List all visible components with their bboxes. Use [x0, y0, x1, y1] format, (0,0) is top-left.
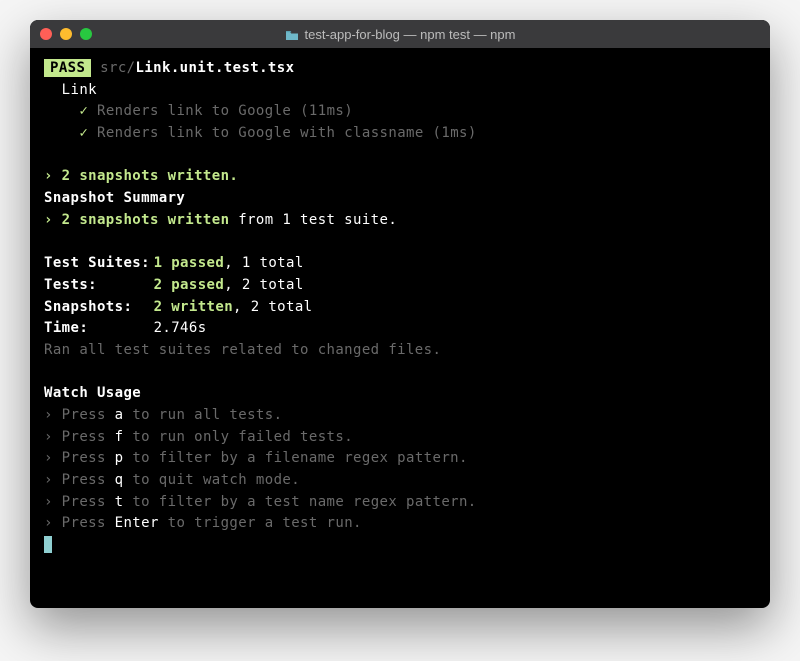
- ran-message: Ran all test suites related to changed f…: [44, 340, 756, 362]
- file-dir: src/: [100, 60, 135, 76]
- watch-desc: to run only failed tests.: [123, 429, 353, 445]
- watch-desc: to quit watch mode.: [123, 472, 300, 488]
- watch-usage-item: › Press q to quit watch mode.: [44, 470, 756, 492]
- test-name: Renders link to Google: [97, 103, 291, 119]
- pass-badge: PASS: [44, 59, 91, 77]
- snapshot-summary-line: › 2 snapshots written from 1 test suite.: [44, 210, 756, 232]
- watch-usage-item: › Press Enter to trigger a test run.: [44, 513, 756, 535]
- time-line: Time:2.746s: [44, 318, 756, 340]
- watch-usage-list: › Press a to run all tests. › Press f to…: [44, 405, 756, 535]
- close-icon[interactable]: [40, 28, 52, 40]
- cursor-icon: [44, 536, 52, 553]
- traffic-lights: [40, 28, 92, 40]
- titlebar[interactable]: test-app-for-blog — npm test — npm: [30, 20, 770, 48]
- minimize-icon[interactable]: [60, 28, 72, 40]
- watch-usage-item: › Press f to run only failed tests.: [44, 427, 756, 449]
- watch-key: Enter: [115, 515, 159, 531]
- test-time: (1ms): [433, 125, 477, 141]
- tests-list: ✓ Renders link to Google (11ms) ✓ Render…: [44, 101, 756, 144]
- test-suites-line: Test Suites:1 passed, 1 total: [44, 253, 756, 275]
- snapshots-line: Snapshots:2 written, 2 total: [44, 297, 756, 319]
- test-result-line: ✓ Renders link to Google with classname …: [44, 123, 756, 145]
- file-name: Link.unit.test.tsx: [136, 60, 295, 76]
- check-icon: ✓: [79, 125, 88, 141]
- watch-usage-item: › Press a to run all tests.: [44, 405, 756, 427]
- test-result-line: ✓ Renders link to Google (11ms): [44, 101, 756, 123]
- window-title: test-app-for-blog — npm test — npm: [30, 27, 770, 42]
- describe-line: Link: [44, 80, 756, 102]
- folder-icon: [285, 29, 299, 40]
- snapshot-summary-heading: Snapshot Summary: [44, 188, 756, 210]
- watch-desc: to filter by a test name regex pattern.: [123, 494, 476, 510]
- watch-desc: to filter by a filename regex pattern.: [123, 450, 467, 466]
- watch-usage-item: › Press t to filter by a test name regex…: [44, 492, 756, 514]
- pass-line: PASS src/Link.unit.test.tsx: [44, 58, 756, 80]
- zoom-icon[interactable]: [80, 28, 92, 40]
- terminal-window: test-app-for-blog — npm test — npm PASS …: [30, 20, 770, 608]
- window-title-text: test-app-for-blog — npm test — npm: [305, 27, 516, 42]
- prompt-line: [44, 535, 756, 557]
- watch-desc: to run all tests.: [123, 407, 282, 423]
- test-time: (11ms): [300, 103, 353, 119]
- watch-usage-item: › Press p to filter by a filename regex …: [44, 448, 756, 470]
- terminal-body[interactable]: PASS src/Link.unit.test.tsx Link ✓ Rende…: [30, 48, 770, 608]
- watch-desc: to trigger a test run.: [159, 515, 362, 531]
- snapshots-written-line: › 2 snapshots written.: [44, 166, 756, 188]
- test-name: Renders link to Google with classname: [97, 125, 424, 141]
- tests-line: Tests:2 passed, 2 total: [44, 275, 756, 297]
- check-icon: ✓: [79, 103, 88, 119]
- watch-usage-heading: Watch Usage: [44, 383, 756, 405]
